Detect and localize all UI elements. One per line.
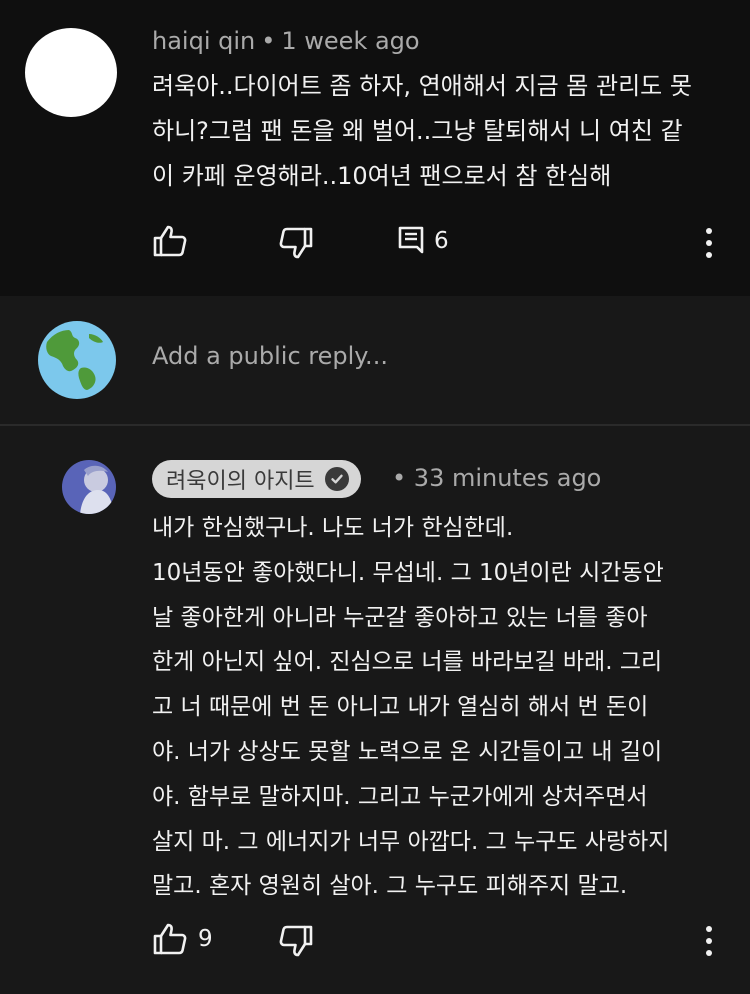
- reply-line: 야. 함부로 말하지마. 그리고 누군가에게 상처주면서: [152, 783, 648, 810]
- thumbs-up-icon: [153, 923, 187, 955]
- like-button[interactable]: 9: [152, 922, 213, 956]
- avatar[interactable]: [62, 460, 116, 514]
- thumbs-up-icon: [153, 225, 187, 257]
- thumbs-down-icon: [279, 925, 313, 957]
- channel-author-badge[interactable]: 려욱이의 아지트: [152, 460, 361, 498]
- reply-text: 내가 한심했구나. 나도 너가 한심한데. 10년동안 좋아했다니. 무섭네. …: [152, 506, 724, 909]
- comment-text: 려욱아..다이어트 좀 하자, 연애해서 지금 몸 관리도 못 하니?그럼 팬 …: [152, 64, 724, 199]
- reply-line: 날 좋아한게 아니라 누군갈 좋아하고 있는 너를 좋아: [152, 604, 648, 631]
- like-button[interactable]: [152, 224, 188, 258]
- more-options-icon[interactable]: [705, 228, 713, 258]
- globe-avatar-icon: [37, 320, 117, 400]
- comment-icon: [398, 226, 424, 254]
- more-options-icon[interactable]: [705, 926, 713, 956]
- reply-meta: • 33 minutes ago: [392, 464, 601, 492]
- meta-separator: •: [261, 27, 276, 55]
- replies-button[interactable]: 6: [398, 226, 449, 256]
- reply-time[interactable]: 33 minutes ago: [414, 464, 602, 492]
- comment-line: 이 카페 운영해라..10여년 팬으로서 참 한심해: [152, 162, 612, 190]
- comment-meta: haiqi qin • 1 week ago: [152, 27, 420, 55]
- reply-line: 내가 한심했구나. 나도 너가 한심한데.: [152, 515, 514, 541]
- like-count: 9: [198, 926, 213, 952]
- meta-separator: •: [392, 464, 407, 492]
- comment-line: 려욱아..다이어트 좀 하자, 연애해서 지금 몸 관리도 못: [152, 72, 692, 100]
- reply-line: 야. 너가 상상도 못할 노력으로 온 시간들이고 내 길이: [152, 738, 663, 765]
- reply-count: 6: [434, 228, 449, 254]
- comment-line: 하니?그럼 팬 돈을 왜 벌어..그냥 탈퇴해서 니 여친 같: [152, 117, 683, 145]
- reply-input[interactable]: Add a public reply...: [152, 342, 388, 370]
- reply-line: 말고. 혼자 영원히 살아. 그 누구도 피해주지 말고.: [152, 873, 628, 900]
- reply-line: 10년동안 좋아했다니. 무섭네. 그 10년이란 시간동안: [152, 559, 664, 586]
- reply-line: 한게 아닌지 싶어. 진심으로 너를 바라보길 바래. 그리: [152, 649, 663, 676]
- verified-check-icon: [324, 467, 349, 491]
- reply-line: 고 너 때문에 번 돈 아니고 내가 열심히 해서 번 돈이: [152, 694, 649, 721]
- avatar[interactable]: [25, 28, 117, 117]
- reply-line: 살지 마. 그 에너지가 너무 아깝다. 그 누구도 사랑하지: [152, 828, 670, 855]
- comment-time[interactable]: 1 week ago: [281, 27, 419, 55]
- dislike-button[interactable]: [278, 924, 314, 958]
- reply-author: 려욱이의 아지트: [166, 469, 315, 494]
- comment-author[interactable]: haiqi qin: [152, 27, 255, 55]
- thumbs-down-icon: [279, 227, 313, 259]
- dislike-button[interactable]: [278, 226, 314, 260]
